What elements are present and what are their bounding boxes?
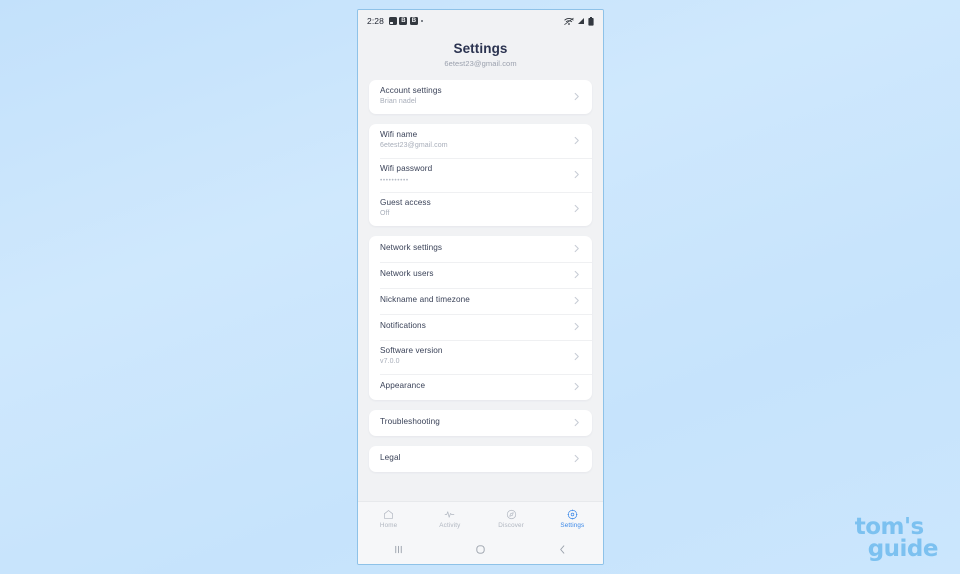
page-title: Settings xyxy=(453,41,508,56)
row-title: Guest access xyxy=(380,198,431,208)
settings-row-network-settings[interactable]: Network settings xyxy=(369,236,592,262)
badge-b-icon: B xyxy=(399,17,408,25)
settings-list[interactable]: Account settings Brian nadel Wifi name 6ete… xyxy=(358,79,603,501)
row-subtitle: Brian nadel xyxy=(380,98,417,106)
settings-card: Account settings Brian nadel xyxy=(369,79,592,114)
home-button[interactable] xyxy=(465,544,495,555)
row-text: Guest access Off xyxy=(380,192,572,225)
discover-compass-icon xyxy=(506,509,516,519)
settings-row-account-settings[interactable]: Account settings Brian nadel xyxy=(369,80,592,114)
settings-card: Troubleshooting xyxy=(369,409,592,436)
settings-card: Network settings Network users Nickname an… xyxy=(369,235,592,400)
row-title: Network settings xyxy=(380,243,443,253)
row-title: Notifications xyxy=(380,321,426,331)
row-title: Troubleshooting xyxy=(380,417,440,427)
toms-guide-watermark: tom's guide xyxy=(855,516,939,562)
phone-frame: 2:28 B B Settings 6etest23@gmail.com Acc… xyxy=(357,9,604,565)
row-text: Appearance xyxy=(380,375,572,397)
chevron-right-icon xyxy=(574,296,579,305)
watermark-line-2: guide xyxy=(867,535,939,562)
row-title: Nickname and timezone xyxy=(380,295,470,305)
row-text: Software version v7.0.0 xyxy=(380,340,572,373)
tab-label: Discover xyxy=(498,521,524,529)
chevron-right-icon xyxy=(574,418,579,427)
status-bar-time: 2:28 xyxy=(367,16,384,26)
settings-row-software-version[interactable]: Software version v7.0.0 xyxy=(369,339,592,374)
row-title: Wifi password xyxy=(380,164,433,174)
status-bar: 2:28 B B xyxy=(358,10,603,32)
chevron-right-icon xyxy=(574,454,579,463)
image-icon xyxy=(388,17,397,25)
row-text: Wifi name 6etest23@gmail.com xyxy=(380,124,572,157)
tab-activity[interactable]: Activity xyxy=(419,509,480,529)
row-title: Appearance xyxy=(380,381,426,391)
settings-row-notifications[interactable]: Notifications xyxy=(369,313,592,340)
status-bar-left-icons: B B xyxy=(388,17,424,25)
row-title: Wifi name xyxy=(380,130,418,140)
settings-row-wifi-password[interactable]: Wifi password •••••••••• xyxy=(369,157,592,192)
back-button[interactable] xyxy=(547,544,577,555)
chevron-right-icon xyxy=(574,244,579,253)
app-header: Settings 6etest23@gmail.com xyxy=(358,32,603,80)
chevron-right-icon xyxy=(574,170,579,179)
settings-card: Legal xyxy=(369,445,592,472)
row-text: Notifications xyxy=(380,315,572,337)
chevron-right-icon xyxy=(574,204,579,213)
battery-icon xyxy=(588,16,594,26)
row-subtitle: 6etest23@gmail.com xyxy=(380,142,448,150)
row-text: Network settings xyxy=(380,237,572,259)
settings-row-legal[interactable]: Legal xyxy=(369,446,592,472)
row-title: Software version xyxy=(380,346,443,356)
row-title: Network users xyxy=(380,269,434,279)
dot-icon xyxy=(421,20,424,22)
settings-row-network-users[interactable]: Network users xyxy=(369,261,592,288)
activity-pulse-icon xyxy=(445,510,455,518)
wifi-icon xyxy=(564,17,574,25)
back-chevron-icon xyxy=(559,545,564,554)
cellular-signal-icon xyxy=(578,18,584,24)
chevron-right-icon xyxy=(574,136,579,145)
settings-row-guest-access[interactable]: Guest access Off xyxy=(369,191,592,226)
recents-button[interactable] xyxy=(384,544,414,555)
settings-row-nickname-and-timezone[interactable]: Nickname and timezone xyxy=(369,287,592,314)
row-text: Account settings Brian nadel xyxy=(380,80,572,113)
tab-home[interactable]: Home xyxy=(358,509,419,529)
chevron-right-icon xyxy=(574,382,579,391)
row-text: Network users xyxy=(380,263,572,285)
settings-row-wifi-name[interactable]: Wifi name 6etest23@gmail.com xyxy=(369,124,592,158)
chevron-right-icon xyxy=(574,92,579,101)
badge-b-icon: B xyxy=(409,17,418,25)
row-text: Wifi password •••••••••• xyxy=(380,158,572,190)
row-text: Legal xyxy=(380,447,572,469)
settings-card: Wifi name 6etest23@gmail.com Wifi password… xyxy=(369,123,592,226)
row-title: Legal xyxy=(380,453,401,463)
account-email-subtitle: 6etest23@gmail.com xyxy=(444,58,517,68)
tab-label: Activity xyxy=(439,521,461,529)
row-subtitle: Off xyxy=(380,210,390,218)
android-system-nav-bar xyxy=(358,535,603,564)
row-subtitle-masked: •••••••••• xyxy=(380,176,409,184)
settings-row-appearance[interactable]: Appearance xyxy=(369,373,592,400)
chevron-right-icon xyxy=(574,352,579,361)
status-bar-right-icons xyxy=(564,16,594,26)
row-title: Account settings xyxy=(380,86,442,96)
row-text: Nickname and timezone xyxy=(380,289,572,311)
chevron-right-icon xyxy=(574,322,579,331)
settings-row-troubleshooting[interactable]: Troubleshooting xyxy=(369,410,592,436)
gear-icon xyxy=(567,508,578,520)
tab-discover[interactable]: Discover xyxy=(481,509,542,529)
row-text: Troubleshooting xyxy=(380,411,572,433)
chevron-right-icon xyxy=(574,270,579,279)
tab-label: Settings xyxy=(560,521,585,529)
tab-settings[interactable]: Settings xyxy=(542,508,603,529)
recents-icon xyxy=(395,545,403,554)
bottom-tab-bar: Home Activity Discover Settings xyxy=(358,501,603,535)
home-icon xyxy=(384,509,394,519)
tab-label: Home xyxy=(379,521,398,529)
row-subtitle: v7.0.0 xyxy=(380,358,400,366)
home-circle-icon xyxy=(476,545,485,554)
